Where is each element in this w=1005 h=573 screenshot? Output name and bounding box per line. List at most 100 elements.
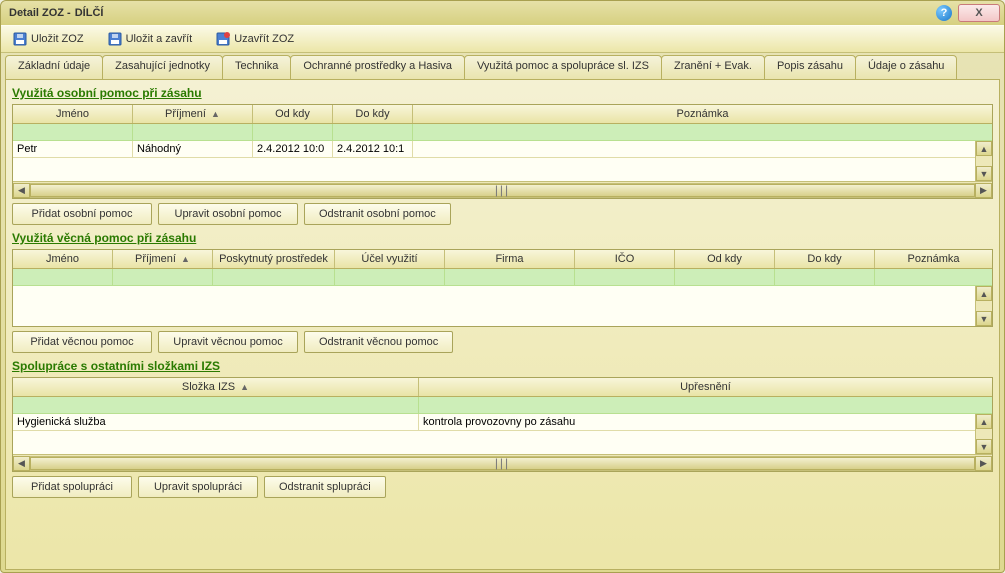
del-osobni-button[interactable]: Odstranit osobní pomoc — [304, 203, 451, 225]
col-dokdy[interactable]: Do kdy — [775, 250, 875, 268]
save-label: Uložit ZOZ — [31, 33, 84, 45]
toolbar: Uložit ZOZ Uložit a zavřít Uzavřít ZOZ — [1, 25, 1004, 53]
tab-vyuzita-pomoc[interactable]: Využitá pomoc a spolupráce sl. IZS — [464, 55, 662, 79]
tab-popis[interactable]: Popis zásahu — [764, 55, 856, 79]
col-upresneni[interactable]: Upřesnění — [419, 378, 992, 396]
scroll-up-icon[interactable]: ▲ — [976, 286, 992, 301]
grid-header: Jméno Příjmení ▲ Poskytnutý prostředek Ú… — [13, 250, 992, 269]
vscrollbar[interactable]: ▲ ▼ — [975, 286, 992, 326]
scroll-thumb[interactable]: ||| — [30, 457, 975, 470]
save-close-label: Uložit a zavřít — [126, 33, 193, 45]
col-slozka[interactable]: Složka IZS ▲ — [13, 378, 419, 396]
title-text-a: Detail ZOZ - — [9, 7, 71, 19]
col-odkdy[interactable]: Od kdy — [253, 105, 333, 123]
grid-vecna-pomoc: Jméno Příjmení ▲ Poskytnutý prostředek Ú… — [12, 249, 993, 327]
scroll-left-icon[interactable]: ◀ — [13, 456, 30, 471]
col-prostredek[interactable]: Poskytnutý prostředek — [213, 250, 335, 268]
filter-cell[interactable] — [13, 124, 133, 140]
tab-ochranne[interactable]: Ochranné prostředky a Hasiva — [290, 55, 465, 79]
vscrollbar[interactable]: ▲ ▼ — [975, 141, 992, 181]
filter-cell[interactable] — [13, 269, 113, 285]
scroll-track[interactable]: ||| — [30, 456, 975, 471]
grid-filter — [13, 269, 992, 286]
edit-osobni-button[interactable]: Upravit osobní pomoc — [158, 203, 298, 225]
scroll-track[interactable] — [976, 301, 992, 311]
scroll-down-icon[interactable]: ▼ — [976, 166, 992, 181]
scroll-left-icon[interactable]: ◀ — [13, 183, 30, 198]
close-button[interactable]: X — [958, 4, 1000, 22]
del-spoluprace-button[interactable]: Odstranit splupráci — [264, 476, 386, 498]
cell-dokdy: 2.4.2012 10:1 — [333, 141, 413, 157]
button-row: Přidat osobní pomoc Upravit osobní pomoc… — [12, 203, 993, 225]
help-icon[interactable]: ? — [936, 5, 952, 21]
cell-prijmeni: Náhodný — [133, 141, 253, 157]
grid-body — [13, 286, 975, 326]
filter-cell[interactable] — [675, 269, 775, 285]
col-odkdy[interactable]: Od kdy — [675, 250, 775, 268]
col-poznamka[interactable]: Poznámka — [875, 250, 992, 268]
table-row[interactable]: Petr Náhodný 2.4.2012 10:0 2.4.2012 10:1 — [13, 141, 975, 158]
filter-cell[interactable] — [575, 269, 675, 285]
filter-cell[interactable] — [335, 269, 445, 285]
col-ico[interactable]: IČO — [575, 250, 675, 268]
save-close-button[interactable]: Uložit a zavřít — [102, 29, 199, 49]
vscrollbar[interactable]: ▲ ▼ — [975, 414, 992, 454]
scroll-up-icon[interactable]: ▲ — [976, 414, 992, 429]
filter-cell[interactable] — [875, 269, 992, 285]
tab-technika[interactable]: Technika — [222, 55, 291, 79]
edit-vecna-button[interactable]: Upravit věcnou pomoc — [158, 331, 298, 353]
sort-icon: ▲ — [240, 382, 249, 392]
filter-cell[interactable] — [775, 269, 875, 285]
cell-slozka: Hygienická služba — [13, 414, 419, 430]
tab-panel: Využitá osobní pomoc při zásahu Jméno Př… — [5, 79, 1000, 570]
grid-body: Petr Náhodný 2.4.2012 10:0 2.4.2012 10:1 — [13, 141, 975, 181]
edit-spoluprace-button[interactable]: Upravit spolupráci — [138, 476, 258, 498]
grid-filter — [13, 397, 992, 414]
col-prijmeni[interactable]: Příjmení ▲ — [133, 105, 253, 123]
add-vecna-button[interactable]: Přidat věcnou pomoc — [12, 331, 152, 353]
col-jmeno[interactable]: Jméno — [13, 105, 133, 123]
scroll-up-icon[interactable]: ▲ — [976, 141, 992, 156]
scroll-right-icon[interactable]: ▶ — [975, 456, 992, 471]
scroll-thumb[interactable]: ||| — [30, 184, 975, 197]
add-spoluprace-button[interactable]: Přidat spolupráci — [12, 476, 132, 498]
filter-cell[interactable] — [419, 397, 992, 413]
filter-cell[interactable] — [213, 269, 335, 285]
tab-zakladni[interactable]: Základní údaje — [5, 55, 103, 79]
scroll-track[interactable] — [976, 429, 992, 439]
scroll-track[interactable] — [976, 156, 992, 166]
filter-cell[interactable] — [253, 124, 333, 140]
table-row[interactable]: Hygienická služba kontrola provozovny po… — [13, 414, 975, 431]
sort-icon: ▲ — [211, 109, 220, 119]
col-dokdy[interactable]: Do kdy — [333, 105, 413, 123]
hscrollbar[interactable]: ◀ ||| ▶ — [13, 454, 992, 471]
title-text-b: DÍLČÍ — [75, 7, 104, 19]
col-prijmeni[interactable]: Příjmení ▲ — [113, 250, 213, 268]
disk-icon — [13, 32, 27, 46]
close-zoz-button[interactable]: Uzavřít ZOZ — [210, 29, 300, 49]
col-jmeno[interactable]: Jméno — [13, 250, 113, 268]
tab-udaje[interactable]: Údaje o zásahu — [855, 55, 957, 79]
scroll-right-icon[interactable]: ▶ — [975, 183, 992, 198]
hscrollbar[interactable]: ◀ ||| ▶ — [13, 181, 992, 198]
col-ucel[interactable]: Účel využití — [335, 250, 445, 268]
filter-cell[interactable] — [445, 269, 575, 285]
scroll-down-icon[interactable]: ▼ — [976, 439, 992, 454]
filter-cell[interactable] — [333, 124, 413, 140]
disk-close-icon — [216, 32, 230, 46]
scroll-track[interactable]: ||| — [30, 183, 975, 198]
filter-cell[interactable] — [113, 269, 213, 285]
disk-icon — [108, 32, 122, 46]
del-vecna-button[interactable]: Odstranit věcnou pomoc — [304, 331, 453, 353]
save-button[interactable]: Uložit ZOZ — [7, 29, 90, 49]
filter-cell[interactable] — [13, 397, 419, 413]
col-poznamka[interactable]: Poznámka — [413, 105, 992, 123]
close-zoz-label: Uzavřít ZOZ — [234, 33, 294, 45]
filter-cell[interactable] — [133, 124, 253, 140]
tab-zraneni[interactable]: Zranění + Evak. — [661, 55, 765, 79]
scroll-down-icon[interactable]: ▼ — [976, 311, 992, 326]
col-firma[interactable]: Firma — [445, 250, 575, 268]
add-osobni-button[interactable]: Přidat osobní pomoc — [12, 203, 152, 225]
tab-zasahujici[interactable]: Zasahující jednotky — [102, 55, 223, 79]
filter-cell[interactable] — [413, 124, 992, 140]
